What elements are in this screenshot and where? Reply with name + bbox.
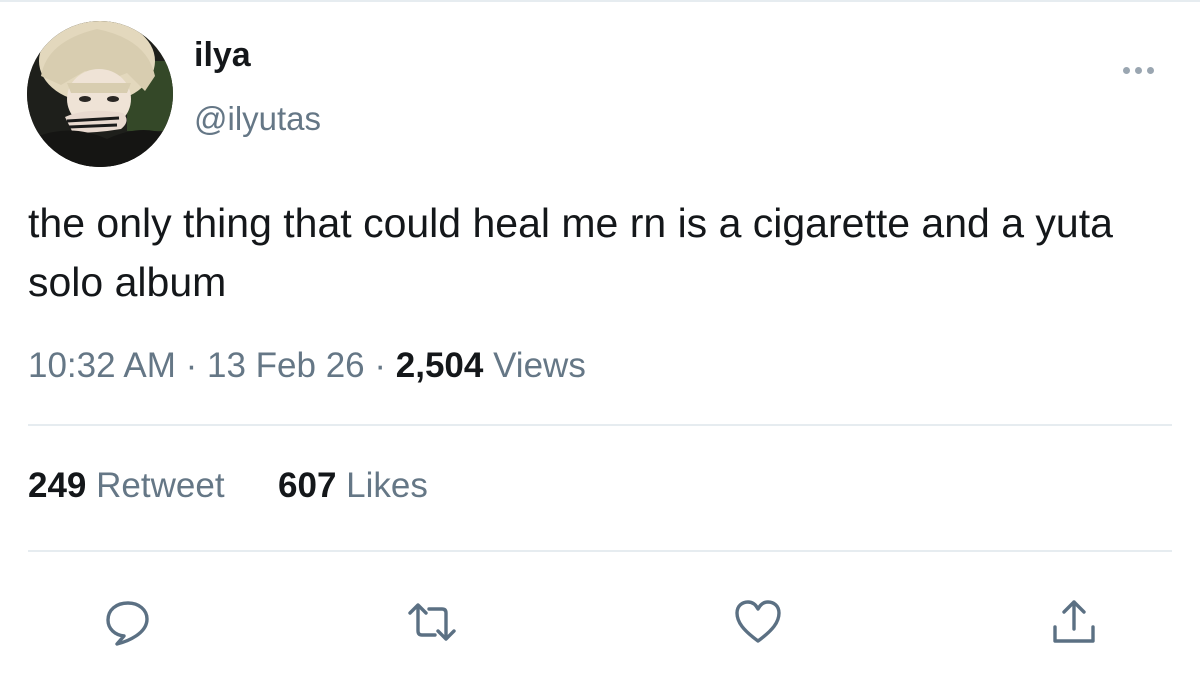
share-icon <box>1053 600 1095 643</box>
views-count: 2,504 <box>395 346 484 385</box>
divider <box>28 424 1172 426</box>
like-button[interactable] <box>728 592 788 652</box>
display-name[interactable]: ilya <box>194 36 251 75</box>
retweets-stat[interactable]: 249 Retweet <box>28 466 234 505</box>
meta-separator: · <box>374 346 387 385</box>
share-button[interactable] <box>1044 592 1104 652</box>
likes-label: Likes <box>346 466 428 505</box>
tweet-stats: 249 Retweet 607 Likes <box>28 466 428 506</box>
meta-separator: · <box>185 346 198 385</box>
tweet-meta: 10:32 AM · 13 Feb 26 · 2,504 Views <box>28 346 586 386</box>
more-dot-icon <box>1122 66 1130 74</box>
reply-icon <box>106 601 149 646</box>
divider <box>28 550 1172 552</box>
more-dot-icon <box>1134 66 1142 74</box>
retweet-icon <box>408 603 456 641</box>
reply-button[interactable] <box>98 592 158 652</box>
tweet-date[interactable]: 13 Feb 26 <box>207 346 365 385</box>
retweet-button[interactable] <box>402 592 462 652</box>
tweet-time[interactable]: 10:32 AM <box>28 346 176 385</box>
likes-count: 607 <box>278 466 337 505</box>
retweets-label: Retweet <box>96 466 225 505</box>
retweets-count: 249 <box>28 466 87 505</box>
views-label: Views <box>493 346 586 385</box>
more-options-button[interactable] <box>1110 52 1166 88</box>
user-handle[interactable]: @ilyutas <box>194 100 321 138</box>
more-dot-icon <box>1146 66 1154 74</box>
top-border <box>0 0 1200 2</box>
likes-stat[interactable]: 607 Likes <box>268 466 428 505</box>
avatar[interactable] <box>27 21 173 167</box>
avatar-image <box>27 21 173 167</box>
tweet-text: the only thing that could heal me rn is … <box>28 200 1113 305</box>
heart-icon <box>735 600 781 643</box>
